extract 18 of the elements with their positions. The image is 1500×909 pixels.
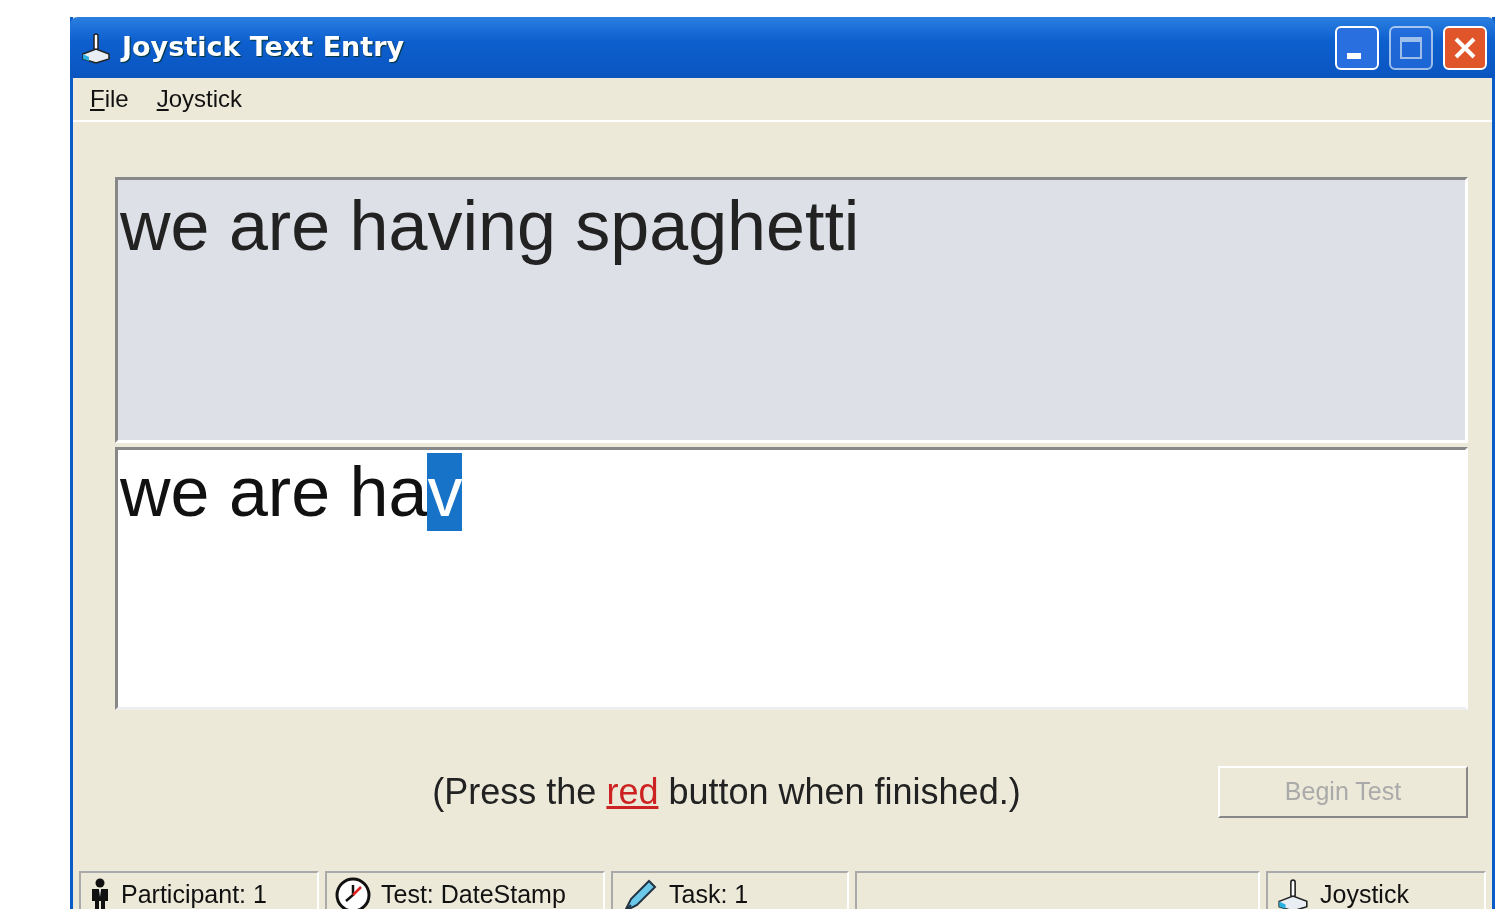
joystick-icon <box>80 31 112 64</box>
maximize-icon <box>1398 34 1424 61</box>
person-icon <box>89 878 111 909</box>
joystick-icon <box>1276 878 1310 909</box>
minimize-button[interactable] <box>1335 25 1379 70</box>
instruction-text: (Press the red button when finished.) <box>431 770 1022 814</box>
close-button[interactable] <box>1443 25 1487 70</box>
minimize-icon <box>1347 52 1361 59</box>
target-phrase-panel: we are having spaghetti <box>115 177 1468 443</box>
status-text: Participant: 1 <box>121 879 267 909</box>
status-text: Task: 1 <box>669 879 749 909</box>
status-text: Test: DateStamp <box>381 879 566 909</box>
maximize-button[interactable] <box>1389 25 1433 70</box>
menu-item[interactable]: File <box>90 81 129 117</box>
status-text: Joystick <box>1320 879 1409 909</box>
menu-item[interactable]: Joystick <box>156 81 243 117</box>
window-title: Joystick Text Entry <box>122 30 406 65</box>
clock-icon <box>335 877 371 909</box>
